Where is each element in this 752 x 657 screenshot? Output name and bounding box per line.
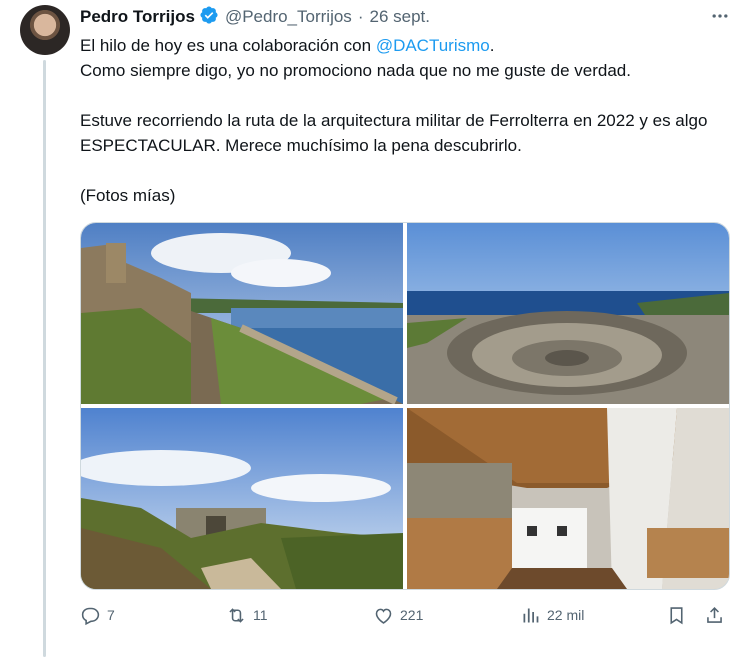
- tweet-line-1-text: El hilo de hoy es una colaboración con: [80, 36, 376, 55]
- mention-link[interactable]: @DACTurismo: [376, 36, 490, 55]
- tweet-paragraph-2: Estuve recorriendo la ruta de la arquite…: [80, 111, 708, 155]
- views-button[interactable]: 22 mil: [520, 605, 584, 626]
- repost-button[interactable]: 11: [226, 605, 268, 626]
- verified-badge-icon: [195, 5, 225, 30]
- share-button[interactable]: [704, 605, 725, 626]
- separator: ·: [357, 7, 364, 26]
- share-icon: [707, 606, 722, 623]
- photo-bunker[interactable]: [81, 408, 403, 589]
- repost-count: 11: [253, 607, 268, 623]
- repost-icon: [229, 607, 244, 623]
- views-count: 22 mil: [547, 607, 585, 623]
- reply-count: 7: [107, 607, 115, 623]
- bookmark-button[interactable]: [666, 605, 687, 626]
- thread-line: [43, 60, 46, 657]
- photo-grid: [80, 222, 730, 590]
- tweet-line-1-suffix: .: [489, 36, 495, 55]
- tweet-line-2: Como siempre digo, yo no promociono nada…: [80, 61, 631, 80]
- author-name[interactable]: Pedro Torrijos: [80, 7, 195, 27]
- views-icon: [523, 608, 539, 622]
- tweet-line-1: El hilo de hoy es una colaboración con @…: [80, 33, 730, 58]
- tweet-paragraph-3: (Fotos mías): [80, 186, 176, 205]
- more-options-icon[interactable]: [708, 6, 732, 26]
- photo-gun-battery[interactable]: [407, 223, 729, 404]
- tweet-header: Pedro Torrijos @Pedro_Torrijos · 26 sept…: [80, 5, 732, 29]
- like-button[interactable]: 221: [373, 605, 423, 626]
- tweet-text: El hilo de hoy es una colaboración con @…: [80, 33, 730, 208]
- bookmark-icon: [670, 606, 683, 624]
- like-icon: [375, 608, 392, 624]
- avatar[interactable]: [20, 5, 70, 55]
- tweet-actions: 7 11 221 22 mil: [80, 598, 730, 632]
- reply-icon: [81, 607, 100, 625]
- photo-interior[interactable]: [407, 408, 729, 589]
- tweet-date[interactable]: 26 sept.: [369, 7, 430, 27]
- like-count: 221: [400, 607, 424, 623]
- reply-button[interactable]: 7: [80, 605, 115, 626]
- author-handle[interactable]: @Pedro_Torrijos: [225, 7, 352, 27]
- photo-fortress-walls[interactable]: [81, 223, 403, 404]
